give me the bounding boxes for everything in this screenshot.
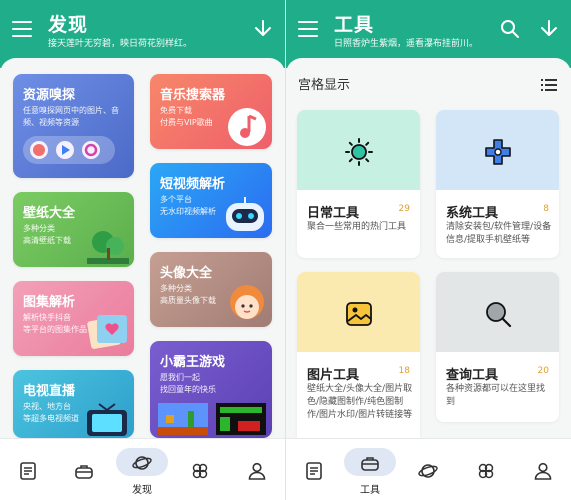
nav-docs[interactable] xyxy=(8,449,48,489)
card-title: 图集解析 xyxy=(23,295,76,310)
card-title: 音乐搜索器 xyxy=(160,88,226,103)
card-tv-live[interactable]: 电视直播 央视、地方台 等超多电视频道 xyxy=(13,370,134,438)
tool-card-image[interactable]: 图片工具 18 壁纸大全/头像大全/图片取色/隐藏图制作/纯色图制作/图片水印/… xyxy=(297,272,420,438)
card-title: 小霸王游戏 xyxy=(160,355,226,370)
page-title: 工具 xyxy=(334,14,375,36)
download-arrow-icon[interactable] xyxy=(251,17,275,41)
planet-icon xyxy=(132,456,152,470)
page-subtitle: 接天莲叶无穷碧，映日荷花别样红。 xyxy=(48,39,193,49)
nav-clover[interactable] xyxy=(466,449,506,489)
tool-card-daily[interactable]: 日常工具 29 聚合一些常用的热门工具 xyxy=(297,110,420,258)
tool-title: 图片工具 xyxy=(307,368,360,383)
tool-count: 8 xyxy=(543,204,549,214)
clover-icon xyxy=(192,463,208,479)
magnifier-icon xyxy=(486,302,512,328)
card-desc: 任意嗅探网页中的图片、音频、视频等资源 xyxy=(23,106,119,127)
image-icon xyxy=(346,302,372,326)
media-icons-strip xyxy=(23,136,115,164)
toolbox-icon xyxy=(361,457,379,471)
girl-avatar-icon xyxy=(230,285,264,319)
nav-discover[interactable] xyxy=(408,449,448,489)
music-note-icon xyxy=(228,108,266,146)
card-wallpaper[interactable]: 壁纸大全 多种分类 高清壁纸下载 xyxy=(13,192,134,267)
card-title: 壁纸大全 xyxy=(23,206,76,221)
discover-screen: 发现 接天莲叶无穷碧，映日荷花别样红。 资源嗅探 任意嗅探网页中的图片、音频、视… xyxy=(0,0,285,500)
card-title: 资源嗅探 xyxy=(23,88,76,103)
tree-illustration-icon xyxy=(87,231,129,264)
user-icon xyxy=(248,462,266,480)
list-view-icon[interactable] xyxy=(541,78,557,92)
planet-icon xyxy=(418,464,438,478)
tool-title: 查询工具 xyxy=(446,368,499,383)
tool-desc: 壁纸大全/头像大全/图片取色/隐藏图制作/纯色图制作/图片水印/图片转链接等 xyxy=(307,384,413,420)
download-arrow-icon[interactable] xyxy=(537,17,561,41)
tools-screen: 工具 日照香炉生紫烟，遥看瀑布挂前川。 宫格显示 日常工具 29 聚合一些常用的… xyxy=(286,0,571,500)
tool-count: 29 xyxy=(398,204,410,214)
view-mode-label: 宫格显示 xyxy=(298,78,351,93)
tool-title: 日常工具 xyxy=(307,206,360,221)
card-resource-sniff[interactable]: 资源嗅探 任意嗅探网页中的图片、音频、视频等资源 xyxy=(13,74,134,178)
sun-icon xyxy=(345,138,373,166)
card-music-search[interactable]: 音乐搜索器 免费下载 付费与VIP歌曲 xyxy=(150,74,272,149)
bottom-navigation: 工具 xyxy=(286,438,571,500)
gamepad-icon xyxy=(485,139,511,165)
nav-label-discover: 发现 xyxy=(132,485,152,496)
nav-profile[interactable] xyxy=(237,449,277,489)
card-desc: 愿我们一起 找回童年的快乐 xyxy=(160,373,216,394)
nav-clover[interactable] xyxy=(180,449,220,489)
card-title: 头像大全 xyxy=(160,266,213,281)
photo-heart-icon xyxy=(87,315,127,349)
document-icon xyxy=(20,462,36,480)
media-type-icons xyxy=(30,141,100,159)
menu-icon[interactable] xyxy=(12,21,32,39)
tool-count: 20 xyxy=(537,366,549,376)
menu-icon[interactable] xyxy=(298,21,318,39)
document-icon xyxy=(306,462,322,480)
tool-desc: 聚合一些常用的热门工具 xyxy=(307,222,407,232)
user-icon xyxy=(534,462,552,480)
card-title: 电视直播 xyxy=(23,384,76,399)
card-title: 短视频解析 xyxy=(160,177,226,192)
tool-desc: 各种资源都可以在这里找到 xyxy=(446,384,546,407)
clover-icon xyxy=(478,463,494,479)
page-title: 发现 xyxy=(48,14,89,36)
bottom-navigation: 发现 xyxy=(0,438,285,500)
nav-docs[interactable] xyxy=(294,449,334,489)
tool-card-query[interactable]: 查询工具 20 各种资源都可以在这里找到 xyxy=(436,272,559,422)
card-atlas-parse[interactable]: 图集解析 解析快手抖音 等平台的图集作品 xyxy=(13,281,134,356)
nav-tools[interactable] xyxy=(64,449,104,489)
card-avatar[interactable]: 头像大全 多种分类 高质量头像下载 xyxy=(150,252,272,327)
television-icon xyxy=(87,403,127,436)
pixel-game-screens-icon xyxy=(158,403,266,435)
toolbox-icon xyxy=(75,465,93,479)
tool-desc: 清除安装包/软件管理/设备信息/提取手机壁纸等 xyxy=(446,222,552,245)
nav-profile[interactable] xyxy=(523,449,563,489)
card-short-video[interactable]: 短视频解析 多个平台 无水印视频解析 xyxy=(150,163,272,238)
nav-label-tools: 工具 xyxy=(360,485,380,496)
search-icon[interactable] xyxy=(498,17,522,41)
robot-icon xyxy=(226,197,264,231)
card-retro-games[interactable]: 小霸王游戏 愿我们一起 找回童年的快乐 xyxy=(150,341,272,438)
tool-title: 系统工具 xyxy=(446,206,499,221)
tool-card-system[interactable]: 系统工具 8 清除安装包/软件管理/设备信息/提取手机壁纸等 xyxy=(436,110,559,258)
page-subtitle: 日照香炉生紫烟，遥看瀑布挂前川。 xyxy=(334,39,479,49)
tool-count: 18 xyxy=(398,366,410,376)
